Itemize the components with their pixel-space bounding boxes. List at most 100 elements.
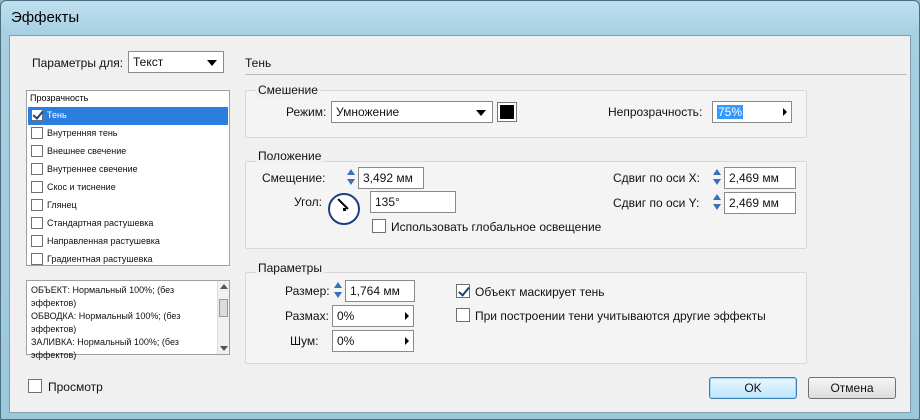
chevron-down-icon bbox=[207, 60, 217, 66]
effect-checkbox[interactable] bbox=[31, 253, 43, 265]
section-title: Тень bbox=[245, 56, 272, 70]
effect-label: Внутренняя тень bbox=[47, 128, 118, 138]
preview-checkbox[interactable] bbox=[28, 379, 42, 393]
effect-checkbox[interactable] bbox=[31, 217, 43, 229]
summary-line: эффектов) bbox=[31, 350, 77, 360]
list-header-transparency[interactable]: Прозрачность bbox=[30, 93, 88, 103]
effect-label: Внешнее свечение bbox=[47, 146, 127, 156]
effect-checkbox[interactable] bbox=[31, 127, 43, 139]
arrow-down-icon[interactable] bbox=[712, 203, 722, 213]
effect-label: Стандартная растушевка bbox=[47, 218, 154, 228]
arrow-up-icon[interactable] bbox=[712, 167, 722, 177]
effect-checkbox[interactable] bbox=[31, 145, 43, 157]
arrow-up-icon[interactable] bbox=[712, 192, 722, 202]
noise-label: Шум: bbox=[290, 334, 319, 348]
ok-button[interactable]: OK bbox=[709, 377, 797, 399]
scroll-thumb[interactable] bbox=[219, 299, 228, 317]
chevron-right-icon[interactable] bbox=[783, 108, 787, 116]
angle-dial-center bbox=[343, 208, 346, 211]
chevron-down-icon bbox=[476, 110, 486, 116]
size-label: Размер: bbox=[285, 284, 330, 298]
params-for-dropdown[interactable]: Текст bbox=[128, 51, 224, 73]
global-light-label: Использовать глобальное освещение bbox=[391, 220, 602, 234]
y-offset-input[interactable]: 2,469 мм bbox=[724, 192, 796, 214]
effect-checkbox[interactable] bbox=[31, 163, 43, 175]
effect-label: Градиентная растушевка bbox=[47, 254, 153, 264]
noise-input[interactable]: 0% bbox=[332, 330, 414, 352]
effect-item-satin[interactable]: Глянец bbox=[28, 197, 228, 215]
effect-label: Глянец bbox=[47, 200, 77, 210]
spread-input[interactable]: 0% bbox=[332, 305, 414, 327]
blend-mode-value: Умножение bbox=[336, 105, 400, 119]
effect-checkbox[interactable] bbox=[31, 109, 43, 121]
distance-input[interactable]: 3,492 мм bbox=[358, 167, 424, 189]
knocks-out-checkbox[interactable] bbox=[456, 284, 470, 298]
dialog-body: Параметры для: Текст Прозрачность Тень В… bbox=[9, 35, 911, 413]
effect-checkbox[interactable] bbox=[31, 235, 43, 247]
knocks-out-label: Объект маскирует тень bbox=[475, 285, 605, 299]
position-title: Положение bbox=[256, 149, 324, 163]
honor-effects-label: При построении тени учитываются другие э… bbox=[475, 309, 766, 323]
arrow-down-icon[interactable] bbox=[346, 178, 356, 188]
color-fill bbox=[500, 105, 514, 119]
preview-label: Просмотр bbox=[48, 380, 103, 394]
cancel-button[interactable]: Отмена bbox=[808, 377, 896, 399]
distance-stepper[interactable] bbox=[345, 167, 357, 189]
scroll-down-icon[interactable] bbox=[220, 346, 228, 351]
effect-checkbox[interactable] bbox=[31, 181, 43, 193]
summary-line: ОБВОДКА: Нормальный 100%; (без bbox=[31, 311, 181, 321]
x-offset-label: Сдвиг по оси X: bbox=[613, 171, 701, 185]
angle-input[interactable]: 135° bbox=[370, 191, 456, 213]
window-title: Эффекты bbox=[11, 9, 80, 26]
arrow-up-icon[interactable] bbox=[346, 167, 356, 177]
arrow-down-icon[interactable] bbox=[333, 291, 343, 301]
effect-checkbox[interactable] bbox=[31, 199, 43, 211]
effect-item-gradient-feather[interactable]: Градиентная растушевка bbox=[28, 251, 228, 269]
effect-label: Направленная растушевка bbox=[47, 236, 160, 246]
effects-summary: ОБЪЕКТ: Нормальный 100%; (без эффектов) … bbox=[26, 280, 230, 360]
summary-scrollbar[interactable] bbox=[217, 281, 229, 354]
blending-title: Смешение bbox=[256, 83, 320, 97]
chevron-right-icon[interactable] bbox=[405, 312, 409, 320]
size-stepper[interactable] bbox=[332, 280, 344, 302]
effect-item-inner-shadow[interactable]: Внутренняя тень bbox=[28, 125, 228, 143]
size-input[interactable]: 1,764 мм bbox=[345, 280, 415, 302]
effect-item-drop-shadow[interactable]: Тень bbox=[28, 107, 228, 125]
effects-dialog: Эффекты Параметры для: Текст Прозрачност… bbox=[0, 0, 920, 420]
noise-value: 0% bbox=[337, 334, 355, 348]
arrow-down-icon[interactable] bbox=[712, 178, 722, 188]
opacity-label: Непрозрачность: bbox=[608, 105, 703, 119]
effect-label: Скос и тиснение bbox=[47, 182, 116, 192]
chevron-right-icon[interactable] bbox=[405, 337, 409, 345]
effect-item-basic-feather[interactable]: Стандартная растушевка bbox=[28, 215, 228, 233]
opacity-input[interactable]: 75% bbox=[712, 101, 792, 123]
effect-item-directional-feather[interactable]: Направленная растушевка bbox=[28, 233, 228, 251]
effects-list: Прозрачность Тень Внутренняя тень Внешне… bbox=[26, 90, 230, 266]
mode-label: Режим: bbox=[286, 105, 327, 119]
summary-line: эффектов) bbox=[31, 324, 77, 334]
x-offset-input[interactable]: 2,469 мм bbox=[724, 167, 796, 189]
params-for-label: Параметры для: bbox=[32, 56, 124, 70]
honor-effects-checkbox[interactable] bbox=[456, 308, 470, 322]
blend-mode-dropdown[interactable]: Умножение bbox=[331, 101, 493, 123]
spread-value: 0% bbox=[337, 309, 355, 323]
angle-label: Угол: bbox=[294, 195, 322, 209]
effect-item-bevel-emboss[interactable]: Скос и тиснение bbox=[28, 179, 228, 197]
x-offset-stepper[interactable] bbox=[711, 167, 723, 189]
opacity-value: 75% bbox=[717, 105, 744, 119]
angle-dial[interactable] bbox=[328, 193, 360, 225]
params-for-value: Текст bbox=[133, 55, 164, 69]
section-divider bbox=[245, 74, 907, 75]
arrow-up-icon[interactable] bbox=[333, 280, 343, 290]
title-bar[interactable]: Эффекты bbox=[1, 1, 919, 35]
global-light-checkbox[interactable] bbox=[372, 219, 386, 233]
shadow-color-swatch[interactable] bbox=[497, 102, 517, 122]
scroll-up-icon[interactable] bbox=[220, 284, 228, 289]
options-title: Параметры bbox=[256, 261, 324, 275]
effect-item-inner-glow[interactable]: Внутреннее свечение bbox=[28, 161, 228, 179]
effect-item-outer-glow[interactable]: Внешнее свечение bbox=[28, 143, 228, 161]
effect-label: Внутреннее свечение bbox=[47, 164, 138, 174]
summary-line: ЗАЛИВКА: Нормальный 100%; (без bbox=[31, 337, 179, 347]
y-offset-label: Сдвиг по оси Y: bbox=[613, 196, 700, 210]
y-offset-stepper[interactable] bbox=[711, 192, 723, 214]
